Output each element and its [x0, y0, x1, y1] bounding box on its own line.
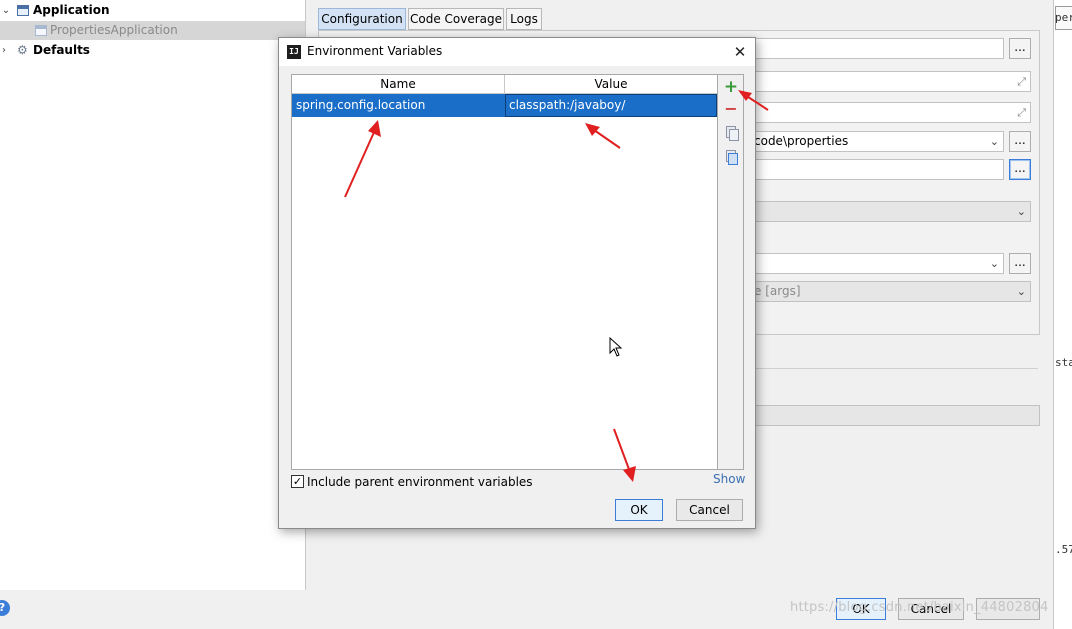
annotation-arrows — [344, 90, 769, 482]
annotation-arrow-value — [585, 123, 621, 149]
annotation-arrow-name — [344, 120, 381, 198]
annotation-arrow-add — [738, 90, 769, 111]
annotation-arrow-ok — [613, 428, 636, 482]
